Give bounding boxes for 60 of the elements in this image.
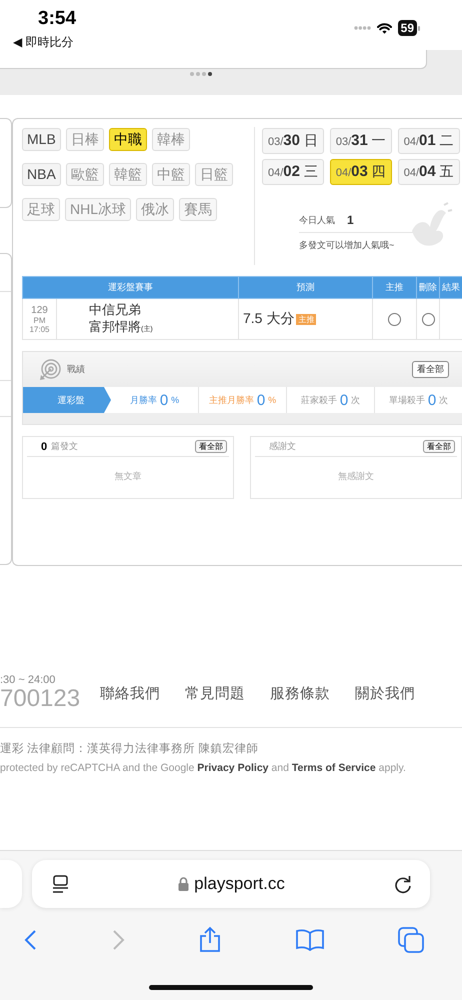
phone-number: 700123 (0, 686, 82, 712)
lock-icon (178, 877, 190, 891)
date-tab[interactable]: 04/03 四 (330, 159, 392, 185)
column-header: 刪除 (416, 276, 440, 298)
date-tab[interactable]: 04/01 二 (398, 128, 460, 154)
thanks-title: 感謝文 (269, 440, 297, 453)
address-bar[interactable]: playsport.cc (32, 860, 430, 908)
book-icon[interactable] (296, 928, 324, 950)
carousel-dot[interactable] (190, 72, 194, 76)
reader-icon[interactable] (52, 875, 69, 893)
column-header: 預測 (238, 276, 372, 298)
back-link[interactable]: ◀ 即時比分 (13, 34, 74, 51)
carousel-dot[interactable] (196, 72, 200, 76)
sport-tab[interactable]: 中職 (108, 128, 147, 151)
url-text: playsport.cc (194, 874, 285, 894)
delete-radio[interactable] (422, 312, 434, 326)
sport-tab[interactable]: MLB (22, 128, 61, 151)
empty-message: 無感謝文 (337, 470, 375, 483)
footer-link[interactable]: 關於我們 (355, 684, 415, 702)
battery-level: 59 (398, 20, 417, 36)
popularity-value: 1 (347, 213, 354, 227)
footer-link[interactable]: 服務條款 (270, 684, 330, 702)
post-count: 0 (41, 440, 48, 452)
main-pick-radio[interactable] (388, 312, 401, 326)
date-tab[interactable]: 04/02 三 (262, 159, 324, 185)
date-tab[interactable]: 03/31 一 (330, 128, 392, 154)
prediction-text: 7.5 大分 (243, 310, 294, 328)
footer-link[interactable]: 聯絡我們 (100, 684, 160, 702)
date-tab[interactable]: 03/30 日 (262, 128, 324, 154)
carousel-dot[interactable] (208, 72, 212, 76)
posts-label: 篇發文 (51, 440, 80, 453)
column-header: 主推 (372, 276, 416, 298)
empty-message: 無文章 (114, 470, 142, 483)
game-number: 129 (30, 304, 49, 316)
clock-time: 3:54 (38, 8, 76, 30)
reload-icon[interactable] (394, 874, 412, 894)
recaptcha-notice: protected by reCAPTCHA and the Google Privacy Policy and Terms of Service apply. (0, 762, 407, 774)
back-icon[interactable] (24, 928, 37, 950)
legal-text: 運彩 法律顧問：漢英得力法律事務所 陳鎮宏律師 (0, 741, 260, 756)
away-team: 中信兄弟 (89, 300, 142, 318)
wifi-icon (376, 22, 392, 34)
record-title: 戰績 (67, 363, 86, 376)
share-icon[interactable] (199, 926, 221, 953)
view-all-button[interactable]: 看全部 (195, 440, 227, 453)
view-all-button[interactable]: 看全部 (423, 440, 455, 453)
popularity-hint: 多發文可以增加人氣哦~ (299, 239, 396, 252)
target-icon (39, 358, 61, 380)
sport-tab[interactable]: NBA (22, 163, 61, 186)
column-header: 結果 (440, 276, 462, 298)
column-header: 運彩盤賽事 (22, 276, 238, 298)
signal-icon (354, 26, 371, 30)
pick-badge: 主推 (296, 314, 316, 324)
game-time: PM 17:05 (28, 316, 51, 334)
popularity-label: 今日人氣 (299, 214, 335, 226)
service-hours: :30 ~ 24:00 (0, 674, 56, 686)
view-all-button[interactable]: 看全部 (412, 361, 449, 378)
date-tab[interactable]: 04/04 五 (398, 159, 460, 185)
footer-link[interactable]: 常見問題 (185, 684, 245, 702)
carousel-dot[interactable] (202, 72, 206, 76)
tabs-icon[interactable] (398, 926, 424, 952)
